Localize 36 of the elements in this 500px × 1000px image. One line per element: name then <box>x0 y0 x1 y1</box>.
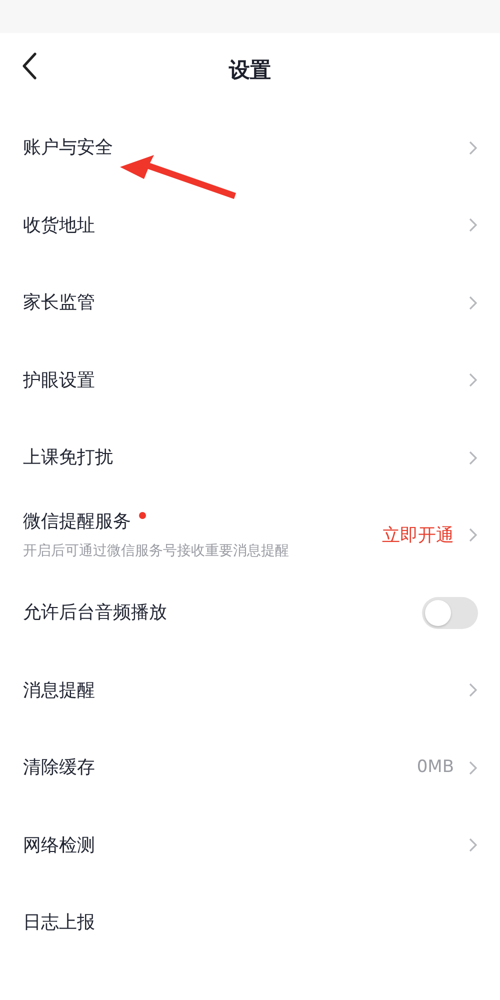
settings-row[interactable]: 网络检测 <box>0 806 500 884</box>
setting-label: 上课免打扰 <box>23 447 113 468</box>
setting-label: 允许后台音频播放 <box>23 602 167 624</box>
settings-row[interactable]: 微信提醒服务 开启后可通过微信服务号接收重要消息提醒 立即开通 <box>0 496 500 574</box>
chevron-icon <box>468 760 478 776</box>
chevron-icon <box>468 682 478 698</box>
setting-label: 护眼设置 <box>23 370 95 391</box>
settings-row[interactable]: 日志上报 <box>0 884 500 962</box>
settings-row[interactable]: 消息提醒 <box>0 652 500 729</box>
setting-label: 消息提醒 <box>23 680 95 701</box>
settings-row[interactable]: 账户与安全 <box>0 109 500 186</box>
settings-row[interactable]: 允许后台音频播放 <box>0 574 500 652</box>
setting-value: 0MB <box>416 756 454 779</box>
chevron-icon <box>468 217 478 234</box>
toggle-switch[interactable] <box>422 596 478 629</box>
setting-label: 账户与安全 <box>23 137 113 158</box>
setting-label: 网络检测 <box>23 834 95 856</box>
settings-row[interactable]: 上课免打扰 <box>0 419 500 496</box>
setting-description: 开启后可通过微信服务号接收重要消息提醒 <box>23 542 290 562</box>
page-title: 设置 <box>229 57 271 84</box>
settings-row[interactable]: 家长监管 <box>0 264 500 342</box>
setting-label: 清除缓存 <box>23 757 95 778</box>
chevron-icon <box>468 527 478 544</box>
chevron-icon <box>468 372 478 388</box>
setting-label: 收货地址 <box>23 214 95 236</box>
activate-link[interactable]: 立即开通 <box>382 522 454 549</box>
settings-row[interactable]: 护眼设置 <box>0 342 500 419</box>
chevron-icon <box>468 837 478 854</box>
chevron-icon <box>468 294 478 311</box>
chevron-icon <box>468 450 478 466</box>
chevron-icon <box>468 140 478 156</box>
settings-row[interactable]: 清除缓存 0MB <box>0 729 500 806</box>
setting-label: 微信提醒服务 <box>23 511 131 532</box>
setting-label: 日志上报 <box>23 912 95 934</box>
setting-label: 家长监管 <box>23 292 95 314</box>
settings-row[interactable]: 收货地址 <box>0 186 500 264</box>
